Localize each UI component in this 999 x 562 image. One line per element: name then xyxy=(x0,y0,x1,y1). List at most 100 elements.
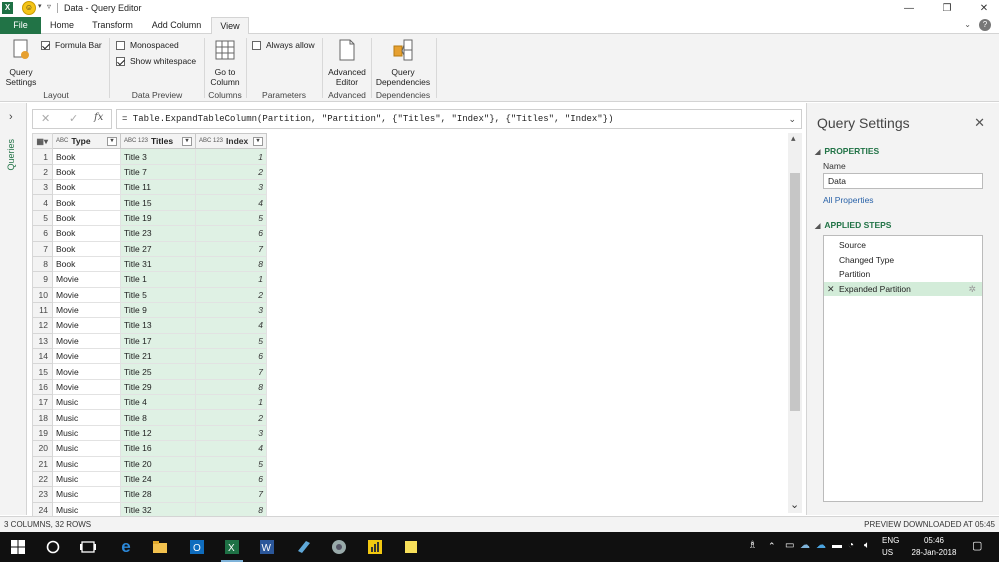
cell-title[interactable]: Title 15 xyxy=(120,194,196,211)
media-player-icon[interactable] xyxy=(331,539,347,555)
cell-type[interactable]: Movie xyxy=(52,363,121,380)
cell-index[interactable]: 6 xyxy=(195,225,267,242)
cell-title[interactable]: Title 29 xyxy=(120,378,196,396)
any-type-icon[interactable]: ABC 123 xyxy=(124,138,148,144)
cell-index[interactable]: 8 xyxy=(195,255,267,273)
cell-index[interactable]: 5 xyxy=(195,455,267,472)
cell-title[interactable]: Title 16 xyxy=(120,440,196,457)
column-header-index[interactable]: ABC 123 Index ▾ xyxy=(195,132,267,150)
cell-type[interactable]: Movie xyxy=(52,378,121,396)
cell-type[interactable]: Movie xyxy=(52,286,121,303)
file-explorer-icon[interactable] xyxy=(152,539,168,555)
cell-type[interactable]: Book xyxy=(52,148,121,165)
table-row[interactable]: 13 Movie Title 17 5 xyxy=(32,332,267,350)
table-row[interactable]: 21 Music Title 20 5 xyxy=(32,455,267,472)
cell-type[interactable]: Music xyxy=(52,394,121,411)
fx-icon[interactable]: fx xyxy=(94,112,103,123)
task-view-icon[interactable] xyxy=(80,539,96,555)
table-row[interactable]: 10 Movie Title 52 xyxy=(32,286,267,303)
cell-title[interactable]: Title 21 xyxy=(120,348,196,365)
sticky-notes-icon[interactable] xyxy=(403,539,419,555)
tab-file[interactable]: File xyxy=(0,17,41,34)
cell-title[interactable]: Title 3 xyxy=(120,148,196,165)
table-row[interactable]: 9 Movie Title 11 xyxy=(32,271,267,288)
cell-type[interactable]: Movie xyxy=(52,317,121,334)
cell-index[interactable]: 5 xyxy=(195,332,267,350)
cell-index[interactable]: 1 xyxy=(195,271,267,288)
step-expanded-partition[interactable]: ✕ Expanded Partition ✲ xyxy=(824,281,982,297)
cell-title[interactable]: Title 9 xyxy=(120,301,196,319)
tab-home[interactable]: Home xyxy=(44,17,80,34)
clock[interactable]: 05:46 28-Jan-2018 xyxy=(908,536,960,557)
cell-index[interactable]: 6 xyxy=(195,348,267,365)
smiley-feedback-icon[interactable]: ☺ xyxy=(22,1,36,15)
query-dependencies-button[interactable]: Query Dependencies xyxy=(374,38,432,87)
cell-type[interactable]: Music xyxy=(52,455,121,472)
table-row[interactable]: 12 Movie Title 13 4 xyxy=(32,317,267,334)
table-menu-button[interactable]: ▦▾ xyxy=(32,132,53,150)
word-icon[interactable]: W xyxy=(259,539,275,555)
cell-type[interactable]: Music xyxy=(52,424,121,442)
cell-title[interactable]: Title 4 xyxy=(120,394,196,411)
cell-title[interactable]: Title 8 xyxy=(120,409,196,426)
cell-index[interactable]: 4 xyxy=(195,440,267,457)
table-row[interactable]: 14 Movie Title 21 6 xyxy=(32,348,267,365)
go-to-column-button[interactable]: Go to Column xyxy=(208,38,242,87)
table-row[interactable]: 16 Movie Title 29 8 xyxy=(32,378,267,396)
minimize-button[interactable]: — xyxy=(894,0,924,17)
cell-type[interactable]: Movie xyxy=(52,271,121,288)
restore-button[interactable]: ❐ xyxy=(932,0,962,17)
delete-step-icon[interactable]: ✕ xyxy=(827,282,835,297)
table-row[interactable]: 18 Music Title 82 xyxy=(32,409,267,426)
cell-index[interactable]: 2 xyxy=(195,409,267,426)
cell-type[interactable]: Book xyxy=(52,163,121,181)
table-row[interactable]: 15 Movie Title 25 7 xyxy=(32,363,267,380)
device-icon[interactable]: ▭ xyxy=(785,540,794,551)
column-header-titles[interactable]: ABC 123 Titles ▾ xyxy=(120,132,196,150)
cell-index[interactable]: 2 xyxy=(195,286,267,303)
cell-title[interactable]: Title 31 xyxy=(120,255,196,273)
cell-index[interactable]: 7 xyxy=(195,363,267,380)
cell-index[interactable]: 1 xyxy=(195,394,267,411)
step-partition[interactable]: Partition xyxy=(824,267,982,282)
table-row[interactable]: 23 Music Title 28 7 xyxy=(32,486,267,503)
query-name-input[interactable]: Data xyxy=(823,173,983,189)
cloud-sync-icon[interactable]: ☁ xyxy=(816,540,826,551)
cell-type[interactable]: Music xyxy=(52,440,121,457)
table-row[interactable]: 1 Book Title 31 xyxy=(32,148,267,165)
always-allow-checkbox[interactable]: Always allow xyxy=(252,40,315,50)
step-changed-type[interactable]: Changed Type xyxy=(824,253,982,268)
edge-browser-icon[interactable]: e xyxy=(118,538,134,555)
help-icon[interactable]: ? xyxy=(979,19,991,31)
cell-title[interactable]: Title 1 xyxy=(120,271,196,288)
table-row[interactable]: 2 Book Title 72 xyxy=(32,163,267,181)
cell-type[interactable]: Music xyxy=(52,470,121,488)
outlook-icon[interactable]: O xyxy=(189,539,205,555)
cell-type[interactable]: Movie xyxy=(52,332,121,350)
advanced-editor-button[interactable]: Advanced Editor xyxy=(326,38,368,87)
cell-type[interactable]: Book xyxy=(52,179,121,196)
table-row[interactable]: 20 Music Title 16 4 xyxy=(32,440,267,457)
chevron-down-icon[interactable]: ⌄ xyxy=(790,498,799,511)
table-row[interactable]: 7 Book Title 27 7 xyxy=(32,240,267,257)
gear-icon[interactable]: ✲ xyxy=(968,282,976,297)
formula-bar-checkbox[interactable]: Formula Bar xyxy=(41,40,102,50)
show-whitespace-checkbox[interactable]: Show whitespace xyxy=(116,56,196,66)
monospaced-checkbox[interactable]: Monospaced xyxy=(116,40,179,50)
cell-title[interactable]: Title 17 xyxy=(120,332,196,350)
tab-view[interactable]: View xyxy=(211,17,249,35)
table-row[interactable]: 19 Music Title 12 3 xyxy=(32,424,267,442)
cancel-formula-icon[interactable]: ✕ xyxy=(41,112,50,125)
cell-title[interactable]: Title 12 xyxy=(120,424,196,442)
windows-start-icon[interactable] xyxy=(10,539,26,555)
cell-title[interactable]: Title 25 xyxy=(120,363,196,380)
cell-type[interactable]: Book xyxy=(52,209,121,227)
cell-title[interactable]: Title 20 xyxy=(120,455,196,472)
notes-app-icon[interactable] xyxy=(296,539,312,555)
cell-title[interactable]: Title 24 xyxy=(120,470,196,488)
table-row[interactable]: 11 Movie Title 93 xyxy=(32,301,267,319)
step-source[interactable]: Source xyxy=(824,238,982,253)
people-icon[interactable]: ♗ xyxy=(748,540,757,551)
expand-queries-icon[interactable]: › xyxy=(9,111,13,123)
properties-header[interactable]: ◢ PROPERTIES xyxy=(815,146,879,156)
